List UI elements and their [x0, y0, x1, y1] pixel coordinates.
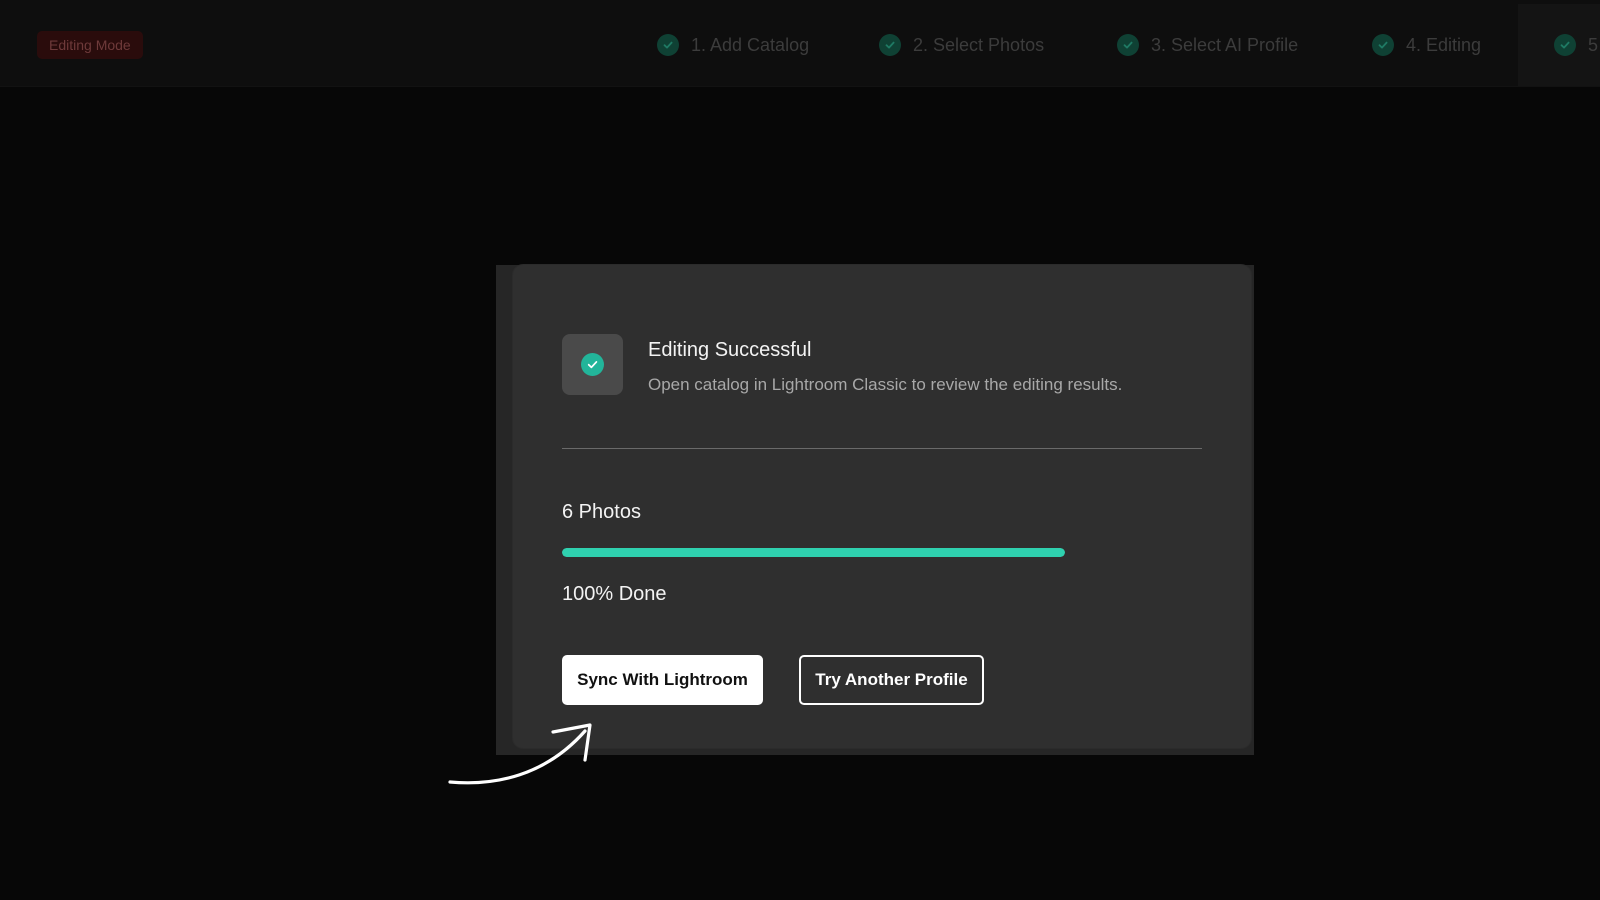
- photo-count: 6 Photos: [562, 501, 641, 523]
- progress-fill: [562, 548, 1065, 557]
- step-select-ai-profile[interactable]: 3. Select AI Profile: [1117, 33, 1298, 57]
- curved-arrow-icon: [448, 723, 592, 785]
- step-label: 1. Add Catalog: [691, 34, 810, 55]
- top-bar: Editing Mode 1. Add Catalog 2. Select Ph…: [0, 0, 1600, 87]
- check-circle-icon: [879, 34, 901, 56]
- step-label: 2. Select Photos: [913, 34, 1045, 55]
- step-editing[interactable]: 4. Editing: [1372, 33, 1481, 57]
- check-circle-icon: [1372, 34, 1394, 56]
- success-icon-box: [562, 334, 623, 395]
- dialog-subtitle: Open catalog in Lightroom Classic to rev…: [648, 375, 1123, 394]
- try-another-profile-button[interactable]: Try Another Profile: [799, 655, 984, 705]
- check-circle-icon: [1554, 34, 1576, 56]
- check-circle-icon: [657, 34, 679, 56]
- progress-text: 100% Done: [562, 583, 667, 605]
- step-label: 4. Editing: [1406, 34, 1482, 55]
- step-label: 3. Select AI Profile: [1151, 34, 1299, 55]
- editing-success-dialog: Editing Successful Open catalog in Light…: [513, 265, 1251, 748]
- app-page: Editing Mode 1. Add Catalog 2. Select Ph…: [0, 0, 1600, 900]
- mode-badge: Editing Mode: [37, 31, 143, 59]
- progress-bar: [562, 548, 1065, 557]
- sync-with-lightroom-button[interactable]: Sync With Lightroom: [562, 655, 763, 705]
- check-circle-icon: [1117, 34, 1139, 56]
- check-circle-icon: [581, 353, 604, 376]
- step-select-photos[interactable]: 2. Select Photos: [879, 33, 1044, 57]
- step-label: 5: [1588, 34, 1599, 55]
- dialog-title: Editing Successful: [648, 339, 812, 361]
- step-5[interactable]: 5: [1554, 33, 1598, 57]
- divider: [562, 448, 1202, 449]
- step-add-catalog[interactable]: 1. Add Catalog: [657, 33, 809, 57]
